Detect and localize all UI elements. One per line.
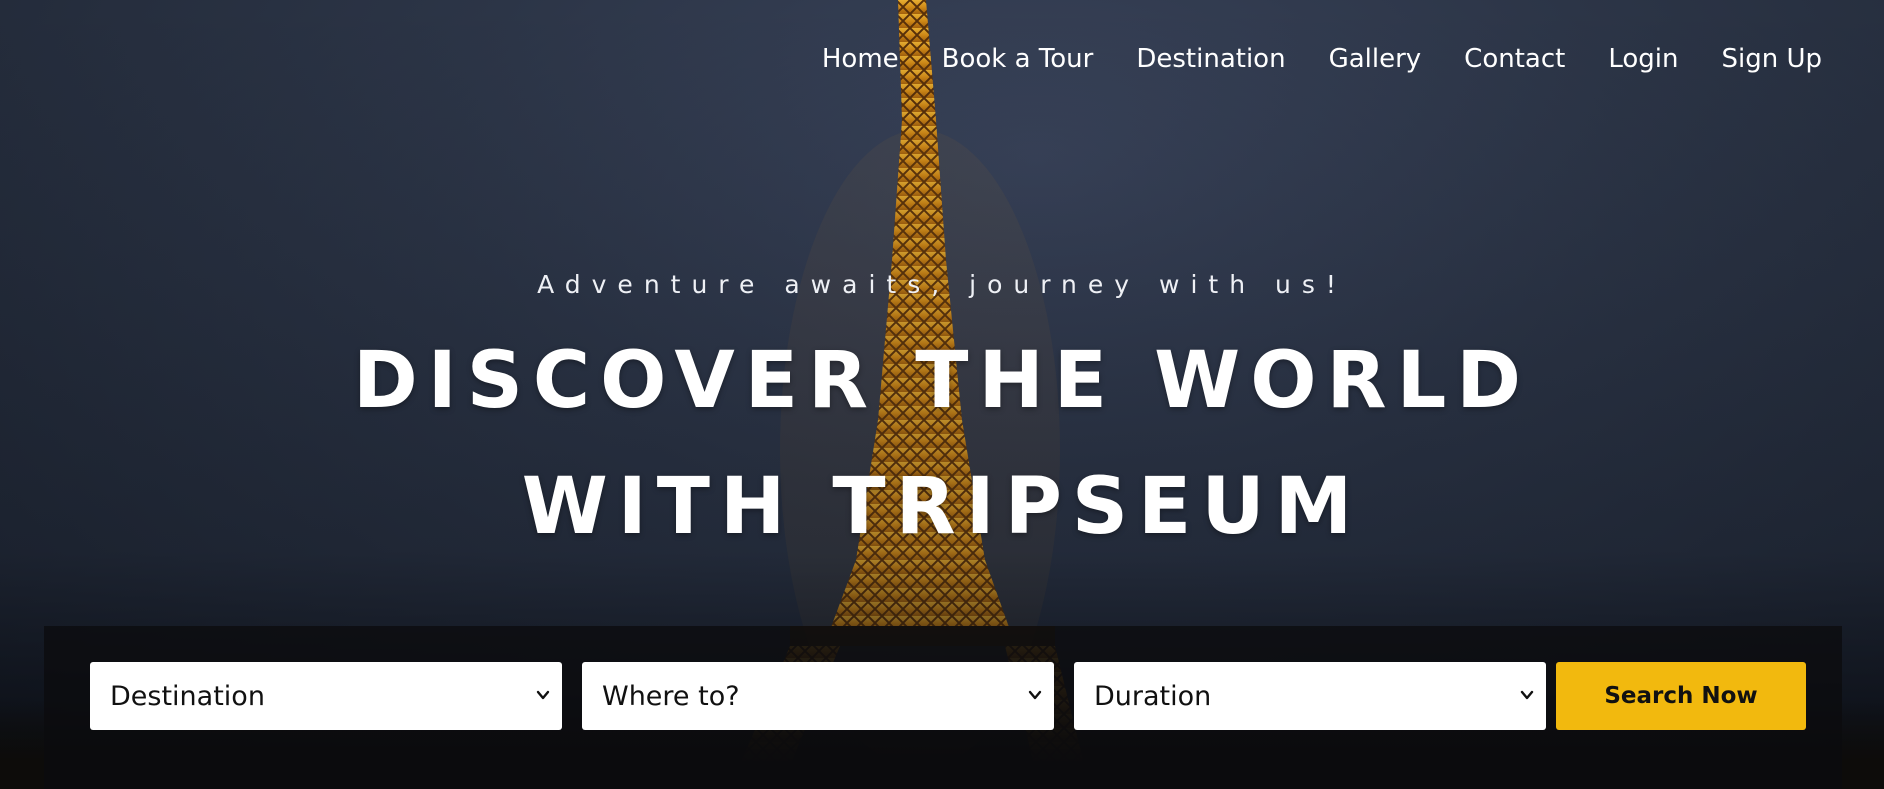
- hero-headline: DISCOVER THE WORLD WITH TRIPSEUM: [0, 318, 1884, 570]
- where-to-select[interactable]: Where to?: [582, 662, 1054, 730]
- hero-headline-line-1: DISCOVER THE WORLD: [352, 336, 1532, 426]
- duration-select-value: Duration: [1094, 680, 1212, 712]
- nav-contact[interactable]: Contact: [1464, 44, 1565, 74]
- search-panel: Destination Where to? Duration Search No…: [44, 626, 1842, 789]
- search-now-button[interactable]: Search Now: [1556, 662, 1806, 730]
- chevron-down-icon: [1520, 690, 1534, 700]
- hero-tagline: Adventure awaits, journey with us!: [537, 270, 1347, 299]
- destination-select-value: Destination: [110, 680, 265, 712]
- nav-gallery[interactable]: Gallery: [1329, 44, 1422, 74]
- nav-destination[interactable]: Destination: [1136, 44, 1285, 74]
- hero-section: Home Book a Tour Destination Gallery Con…: [0, 0, 1884, 789]
- nav-login[interactable]: Login: [1608, 44, 1678, 74]
- duration-select[interactable]: Duration: [1074, 662, 1546, 730]
- where-to-select-value: Where to?: [602, 680, 740, 712]
- chevron-down-icon: [536, 690, 550, 700]
- nav-sign-up[interactable]: Sign Up: [1721, 44, 1822, 74]
- chevron-down-icon: [1028, 690, 1042, 700]
- main-nav: Home Book a Tour Destination Gallery Con…: [822, 44, 1822, 74]
- destination-select[interactable]: Destination: [90, 662, 562, 730]
- nav-home[interactable]: Home: [822, 44, 899, 74]
- search-form: Destination Where to? Duration Search No…: [90, 662, 1806, 730]
- hero-headline-line-2: WITH TRIPSEUM: [521, 462, 1363, 552]
- nav-book-a-tour[interactable]: Book a Tour: [942, 44, 1094, 74]
